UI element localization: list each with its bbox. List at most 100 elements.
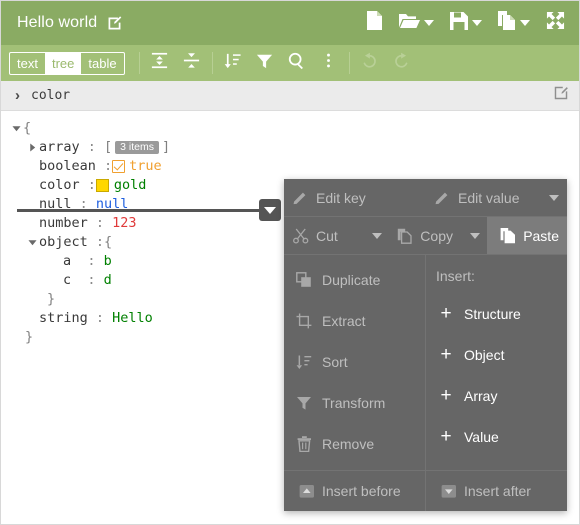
- context-menu-paste[interactable]: Paste: [487, 217, 567, 254]
- folder-open-icon: [399, 12, 420, 34]
- context-menu-insert-before-label: Insert before: [322, 483, 401, 499]
- collapse-toggle-object[interactable]: [25, 238, 39, 247]
- pencil-icon: [292, 190, 309, 205]
- copy-icon: [396, 228, 413, 244]
- tree-value[interactable]: true: [129, 157, 162, 176]
- copy-icon: [498, 11, 516, 35]
- context-menu-insert-value[interactable]: + Value: [426, 416, 567, 457]
- insert-dropdown-button[interactable]: [259, 199, 281, 221]
- expand-all-icon: [150, 51, 169, 75]
- extract-icon: [294, 313, 314, 329]
- sort-button[interactable]: [217, 49, 249, 77]
- filter-funnel-icon: [294, 395, 314, 411]
- filter-button[interactable]: [249, 49, 281, 77]
- redo-arrow-icon: [392, 51, 411, 75]
- edit-value-dropdown-caret[interactable]: [541, 179, 567, 216]
- toolbar-divider: [348, 52, 350, 74]
- context-menu-duplicate[interactable]: Duplicate: [284, 259, 425, 300]
- context-menu-insert-object[interactable]: + Object: [426, 334, 567, 375]
- tree-bracket-close: ]: [162, 139, 171, 155]
- tree-key: string: [39, 310, 88, 326]
- edit-pencil-icon[interactable]: [106, 15, 123, 32]
- page-title: Hello world: [17, 14, 98, 31]
- context-menu-edit-key[interactable]: Edit key: [284, 179, 426, 216]
- plus-icon: +: [440, 303, 452, 324]
- context-menu-remove[interactable]: Remove: [284, 423, 425, 464]
- tree-bracket-open: [: [104, 139, 113, 155]
- context-menu-insert-after[interactable]: Insert after: [426, 471, 567, 511]
- undo-arrow-icon: [360, 51, 379, 75]
- edit-square-icon[interactable]: [553, 85, 569, 106]
- context-menu-cut[interactable]: Cut: [284, 217, 365, 254]
- tree-key: c: [63, 272, 72, 288]
- pencil-icon: [434, 190, 451, 205]
- context-menu-insert-structure[interactable]: + Structure: [426, 293, 567, 334]
- file-icon: [366, 11, 383, 35]
- tree-row-array[interactable]: array : [ 3 items ]: [9, 138, 579, 157]
- trash-icon: [294, 435, 314, 452]
- toolbar-divider: [211, 52, 213, 74]
- tree-colon: :: [71, 272, 104, 288]
- array-items-badge[interactable]: 3 items: [115, 140, 160, 155]
- cut-dropdown-caret[interactable]: [365, 217, 388, 254]
- context-menu-actions-column: Duplicate Extract Sort Transform Remove: [284, 255, 426, 470]
- chevron-down-icon: [549, 194, 559, 201]
- mode-button-table[interactable]: table: [81, 53, 123, 74]
- context-menu-insert-array-label: Array: [464, 387, 498, 404]
- tree-key: object: [39, 234, 88, 250]
- new-document-button[interactable]: [366, 11, 383, 35]
- context-menu-extract-label: Extract: [322, 312, 366, 329]
- collapse-toggle-root[interactable]: [9, 124, 23, 133]
- fullscreen-button[interactable]: [546, 11, 565, 35]
- context-menu-transform[interactable]: Transform: [284, 382, 425, 423]
- tree-colon: :: [79, 139, 105, 155]
- color-swatch[interactable]: [95, 179, 109, 192]
- save-file-button[interactable]: [450, 11, 482, 35]
- context-menu-edit-value[interactable]: Edit value: [426, 179, 541, 216]
- tree-brace: }: [25, 329, 34, 345]
- expand-all-button[interactable]: [144, 49, 176, 77]
- open-file-button[interactable]: [399, 12, 434, 34]
- mode-button-text[interactable]: text: [10, 53, 45, 74]
- plus-icon: +: [440, 426, 452, 447]
- redo-button[interactable]: [386, 49, 418, 77]
- tree-value[interactable]: Hello: [112, 309, 153, 328]
- sort-icon: [294, 354, 314, 370]
- copy-document-button[interactable]: [498, 11, 530, 35]
- context-menu-insert-before[interactable]: Insert before: [284, 471, 426, 511]
- undo-button[interactable]: [354, 49, 386, 77]
- context-menu-insert-array[interactable]: + Array: [426, 375, 567, 416]
- filter-funnel-icon: [255, 51, 274, 75]
- search-button[interactable]: [281, 49, 313, 77]
- breadcrumb-path[interactable]: color: [31, 88, 70, 103]
- context-menu-cut-label: Cut: [316, 227, 338, 244]
- context-menu-edit-key-label: Edit key: [316, 189, 366, 206]
- context-menu-insert-value-label: Value: [464, 428, 499, 445]
- app-header: Hello world: [1, 1, 579, 45]
- collapse-all-button[interactable]: [176, 49, 208, 77]
- context-menu-extract[interactable]: Extract: [284, 300, 425, 341]
- chevron-right-icon[interactable]: ›: [15, 88, 20, 103]
- plus-icon: +: [440, 344, 452, 365]
- context-menu-insert-position-row: Insert before Insert after: [284, 471, 567, 511]
- mode-button-tree[interactable]: tree: [44, 52, 82, 74]
- context-menu-insert-object-label: Object: [464, 346, 505, 363]
- context-menu-edit-row: Edit key Edit value: [284, 179, 567, 217]
- context-menu-insert-structure-label: Structure: [464, 305, 521, 322]
- duplicate-icon: [294, 271, 314, 288]
- tree-value[interactable]: d: [104, 271, 112, 290]
- tree-row-root-open: {: [9, 119, 579, 138]
- context-menu-copy[interactable]: Copy: [388, 217, 463, 254]
- copy-dropdown-caret[interactable]: [464, 217, 487, 254]
- insert-drop-line: [17, 209, 267, 212]
- tree-value[interactable]: b: [104, 252, 112, 271]
- context-menu-sort[interactable]: Sort: [284, 341, 425, 382]
- tree-value[interactable]: 123: [112, 214, 136, 233]
- chevron-down-icon: [424, 20, 434, 26]
- expand-toggle-array[interactable]: [25, 143, 39, 152]
- tree-value[interactable]: gold: [114, 176, 147, 195]
- more-options-button[interactable]: [313, 49, 345, 77]
- tree-row-boolean[interactable]: boolean : true: [9, 157, 579, 176]
- breadcrumb: › color: [1, 81, 579, 111]
- boolean-checkbox[interactable]: [112, 160, 126, 173]
